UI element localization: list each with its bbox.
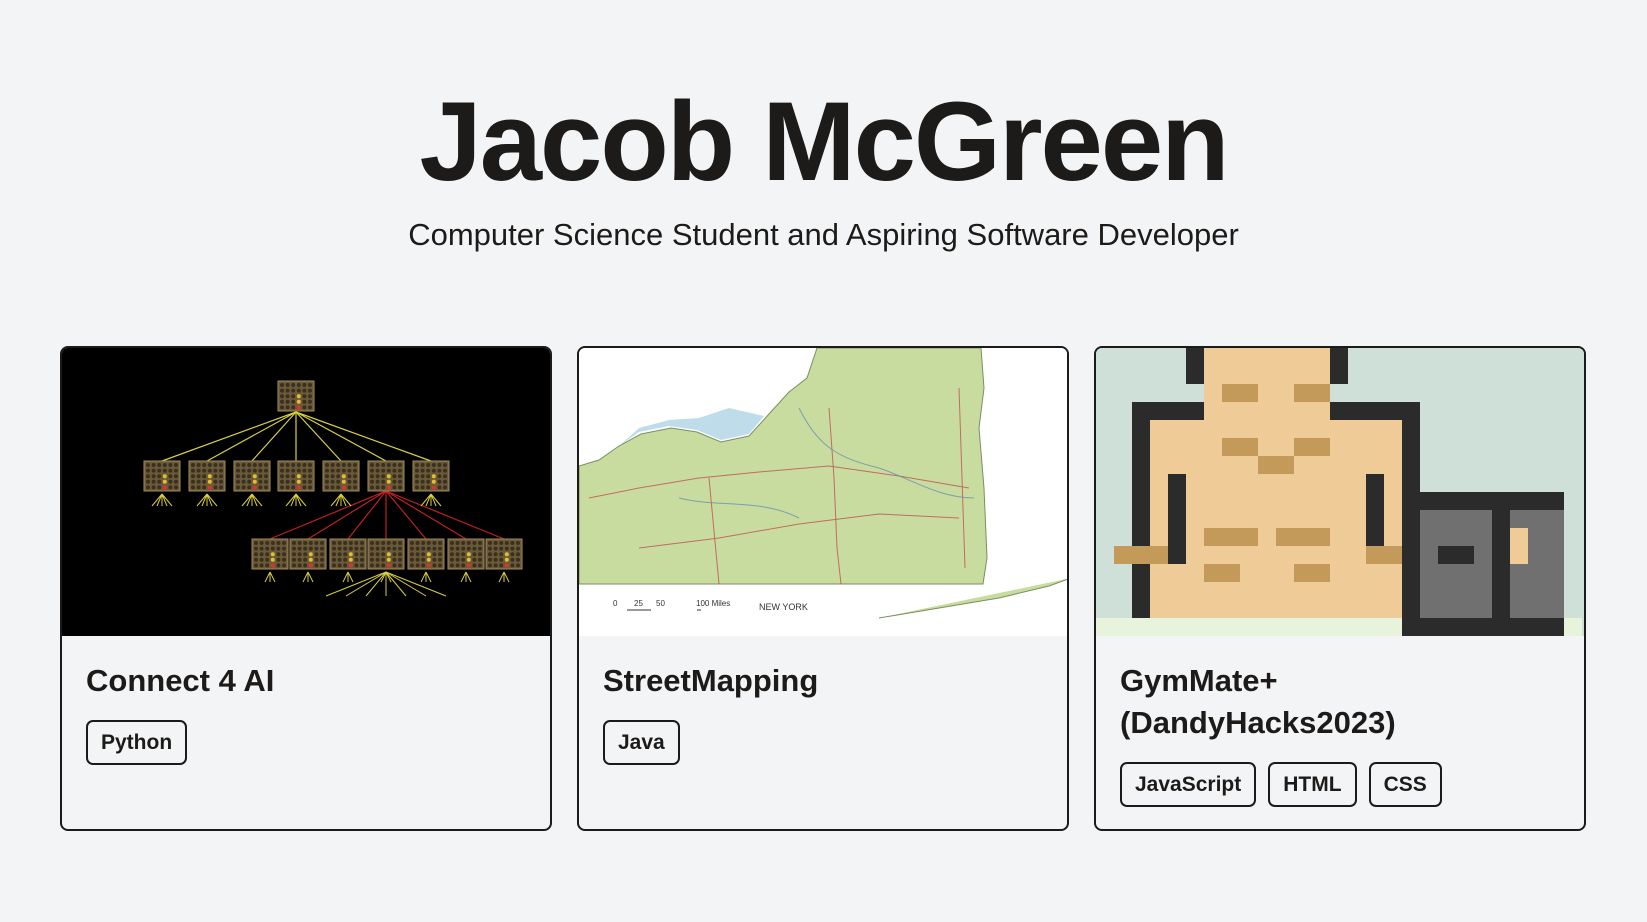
tag-javascript: JavaScript xyxy=(1120,762,1257,807)
tagline: Computer Science Student and Aspiring So… xyxy=(408,217,1239,252)
tag-java: Java xyxy=(603,720,680,765)
tag-list: JavaScript HTML CSS xyxy=(1120,762,1442,807)
project-image[interactable] xyxy=(62,348,550,636)
project-image[interactable]: 0 25 50 100 Miles NEW YORK xyxy=(579,348,1067,636)
tag-list: Python xyxy=(86,720,188,765)
project-title[interactable]: GymMate+ (DandyHacks2023) xyxy=(1120,660,1560,744)
project-card-streetmapping[interactable]: 0 25 50 100 Miles NEW YORK StreetMapping… xyxy=(577,346,1069,831)
map-scale-50: 50 xyxy=(656,599,665,608)
project-image[interactable] xyxy=(1096,348,1584,636)
tag-html: HTML xyxy=(1268,762,1357,807)
tag-list: Java xyxy=(603,720,680,765)
tag-css: CSS xyxy=(1368,762,1442,807)
map-scale-100: 100 Miles xyxy=(696,599,730,608)
project-card-connect4[interactable]: Connect 4 AI Python xyxy=(60,346,552,831)
project-title[interactable]: StreetMapping xyxy=(603,660,1043,702)
tag-python: Python xyxy=(86,720,188,765)
pixel-art-muscle-icon xyxy=(1096,348,1584,636)
map-image: 0 25 50 100 Miles NEW YORK xyxy=(579,348,1067,636)
project-card-gymmate[interactable]: GymMate+ (DandyHacks2023) JavaScript HTM… xyxy=(1094,346,1586,831)
map-region-label: NEW YORK xyxy=(759,602,808,612)
game-tree-diagram xyxy=(62,348,550,636)
page-title: Jacob McGreen xyxy=(419,79,1229,204)
map-scale-25: 25 xyxy=(634,599,643,608)
project-title[interactable]: Connect 4 AI xyxy=(86,660,526,702)
map-scale-0: 0 xyxy=(613,599,618,608)
